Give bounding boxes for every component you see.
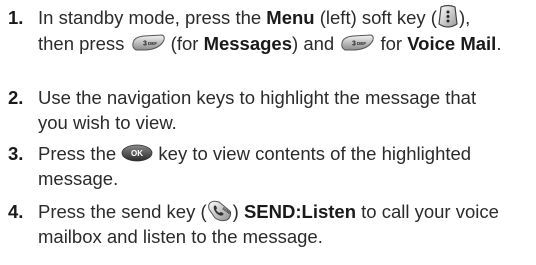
step-line: In standby mode, press the Menu (left) s… xyxy=(38,4,471,32)
menu-soft-key-icon xyxy=(437,4,459,30)
step-number: 1. xyxy=(8,7,24,28)
three-def-key-icon: 3 DEF xyxy=(130,34,166,52)
step-text: Press the send key ( xyxy=(38,201,207,222)
step-number: 4. xyxy=(8,201,24,222)
menu-label: Menu xyxy=(266,7,315,28)
step-text: ) and xyxy=(292,33,340,54)
step-line: message. xyxy=(38,168,119,189)
step-line: mailbox and listen to the message. xyxy=(38,226,323,247)
step-text: for xyxy=(375,33,408,54)
messages-label: Messages xyxy=(203,33,293,54)
step-line: Use the navigation keys to highlight the… xyxy=(38,87,477,108)
step-text: then press xyxy=(38,33,130,54)
step-number: 3. xyxy=(8,143,24,164)
step-text: ) xyxy=(232,201,244,222)
step-text: ), xyxy=(458,7,471,28)
step-line: Press the send key ( SEND ) SEND:Listen … xyxy=(38,200,499,225)
svg-text:3: 3 xyxy=(143,41,147,48)
step-line: Press the OK key to view contents of the… xyxy=(38,142,471,166)
step-text: In standby mode, press the xyxy=(38,7,267,28)
step-number: 2. xyxy=(8,87,24,108)
send-listen-label: SEND:Listen xyxy=(243,201,356,222)
step-text: key to view contents of the highlighted xyxy=(153,143,472,164)
instruction-steps: 1. In standby mode, press the Menu (left… xyxy=(0,0,536,265)
step-text: to call your voice xyxy=(356,201,499,222)
step-line: you wish to view. xyxy=(38,112,177,133)
step-text: (for xyxy=(165,33,204,54)
ok-key-icon: OK xyxy=(121,144,153,162)
step-text: Press the xyxy=(38,143,122,164)
step-text: (left) soft key ( xyxy=(314,7,437,28)
three-def-key-icon: 3 DEF xyxy=(339,34,375,52)
send-key-icon: SEND xyxy=(207,199,233,223)
svg-text:3: 3 xyxy=(352,41,356,48)
step-text: . xyxy=(496,33,502,54)
svg-text:DEF: DEF xyxy=(148,41,157,46)
svg-text:OK: OK xyxy=(131,149,143,158)
step-line: then press 3 DEF (for Messages) and 3 DE… xyxy=(38,32,501,56)
svg-text:DEF: DEF xyxy=(357,41,366,46)
voice-mail-label: Voice Mail xyxy=(407,33,497,54)
